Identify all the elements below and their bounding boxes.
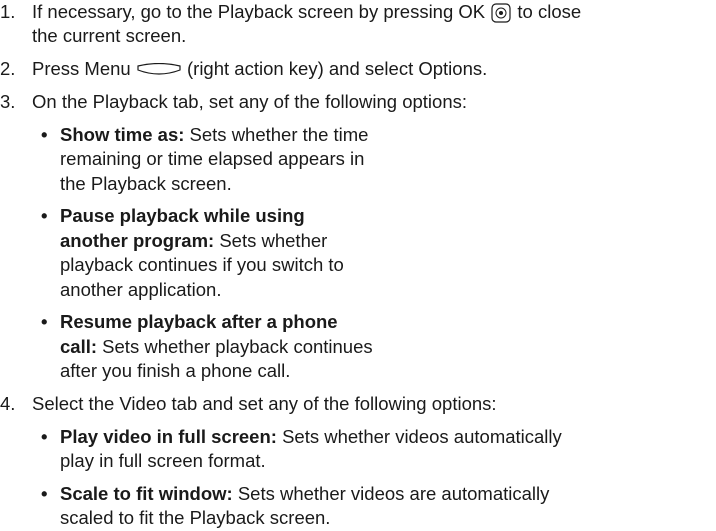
option-term: Show time as: bbox=[60, 123, 185, 145]
step-text-part: (right action key) and select Options. bbox=[187, 58, 488, 80]
option-term: another program: bbox=[60, 229, 215, 251]
option-term: Play video in full screen: bbox=[60, 425, 277, 447]
step-2: 2. Press Menu (right action key) and sel… bbox=[0, 57, 716, 81]
option-desc: scaled to fit the Playback screen. bbox=[60, 507, 331, 529]
option-desc: remaining or time elapsed appears in bbox=[60, 148, 365, 170]
step-number: 4. bbox=[0, 393, 16, 415]
step-text-part: to close bbox=[517, 1, 582, 22]
step-text: Select the Video tab and set any of the … bbox=[32, 393, 497, 415]
option-term: Scale to fit window: bbox=[60, 483, 233, 505]
option-item: • Resume playback after a phone call: Se… bbox=[32, 310, 716, 383]
option-term: Pause playback while using bbox=[60, 205, 305, 227]
option-item: • Pause playback while using another pro… bbox=[32, 204, 716, 302]
bullet: • bbox=[41, 123, 48, 145]
step-text-part: Press Menu bbox=[32, 58, 131, 80]
option-term: call: bbox=[60, 335, 98, 357]
step-number: 3. bbox=[0, 91, 16, 112]
option-desc: Sets whether videos automatically bbox=[282, 425, 562, 447]
step-4: 4. Select the Video tab and set any of t… bbox=[0, 392, 716, 531]
bullet: • bbox=[41, 205, 48, 227]
option-desc: after you finish a phone call. bbox=[60, 360, 291, 382]
option-desc: playback continues if you switch to bbox=[60, 254, 344, 276]
right-action-key-icon bbox=[136, 63, 182, 77]
bullet: • bbox=[41, 311, 48, 333]
option-item: • Show time as: Sets whether the time re… bbox=[32, 123, 716, 196]
option-desc: Sets whether playback continues bbox=[102, 335, 373, 357]
ok-button-icon bbox=[490, 3, 512, 23]
step-text-part: If necessary, go to the Playback screen … bbox=[32, 1, 486, 22]
step-3: 3. On the Playback tab, set any of the f… bbox=[0, 90, 716, 384]
bullet: • bbox=[41, 483, 48, 505]
step-number: 2. bbox=[0, 58, 16, 80]
step-text: If necessary, go to the Playback screen … bbox=[32, 0, 716, 49]
step-number: 1. bbox=[0, 1, 16, 22]
step-1: 1. If necessary, go to the Playback scre… bbox=[0, 0, 716, 49]
bullet: • bbox=[41, 425, 48, 447]
option-desc: another application. bbox=[60, 278, 222, 300]
option-desc: the Playback screen. bbox=[60, 172, 232, 194]
step-text: On the Playback tab, set any of the foll… bbox=[32, 91, 468, 112]
option-desc: Sets whether videos are automatically bbox=[237, 483, 550, 505]
option-desc: Sets whether bbox=[219, 229, 328, 251]
option-item: • Play video in full screen: Sets whethe… bbox=[32, 425, 716, 474]
step-text-part: the current screen. bbox=[32, 25, 187, 47]
step-text: Press Menu (right action key) and select… bbox=[32, 57, 716, 81]
instructions-document: 1. If necessary, go to the Playback scre… bbox=[0, 0, 716, 531]
option-term: Resume playback after a phone bbox=[60, 311, 338, 333]
option-item: • Scale to fit window: Sets whether vide… bbox=[32, 482, 716, 531]
option-desc: play in full screen format. bbox=[60, 450, 266, 472]
option-desc: Sets whether the time bbox=[189, 123, 369, 145]
